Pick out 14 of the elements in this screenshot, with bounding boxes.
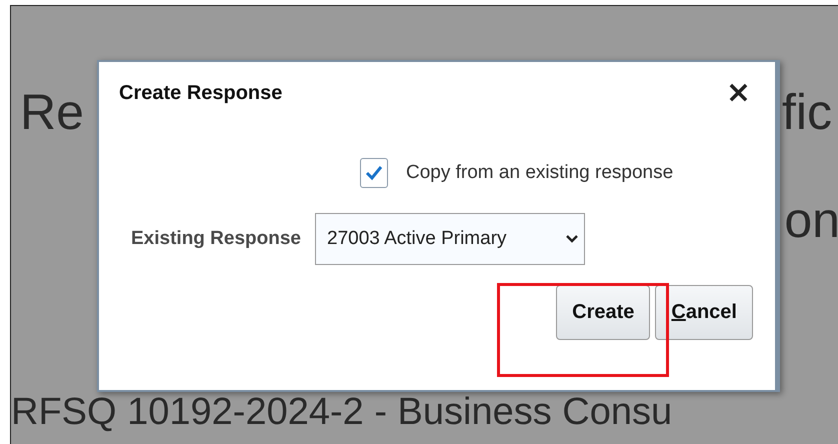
dialog-title: Create Response: [119, 82, 282, 104]
page-heading: Re: [20, 83, 84, 142]
dialog-button[interactable]: Cancel: [655, 285, 753, 340]
checkbox-label: Copy from an existing response: [406, 162, 674, 184]
checkbox[interactable]: [360, 158, 388, 188]
field-label: Existing Response: [131, 228, 301, 250]
dialog-button[interactable]: Create: [556, 285, 650, 340]
check-icon: [364, 163, 384, 183]
page-heading: on: [784, 191, 838, 250]
page-subtitle: RFSQ 10192-2024-2 - Business Consu: [11, 391, 672, 433]
close-button[interactable]: ×: [726, 78, 751, 108]
page-heading: fic: [782, 83, 832, 142]
response-dropdown[interactable]: 27003 Active Primary: [315, 213, 585, 265]
chevron-down-icon: [566, 235, 578, 243]
